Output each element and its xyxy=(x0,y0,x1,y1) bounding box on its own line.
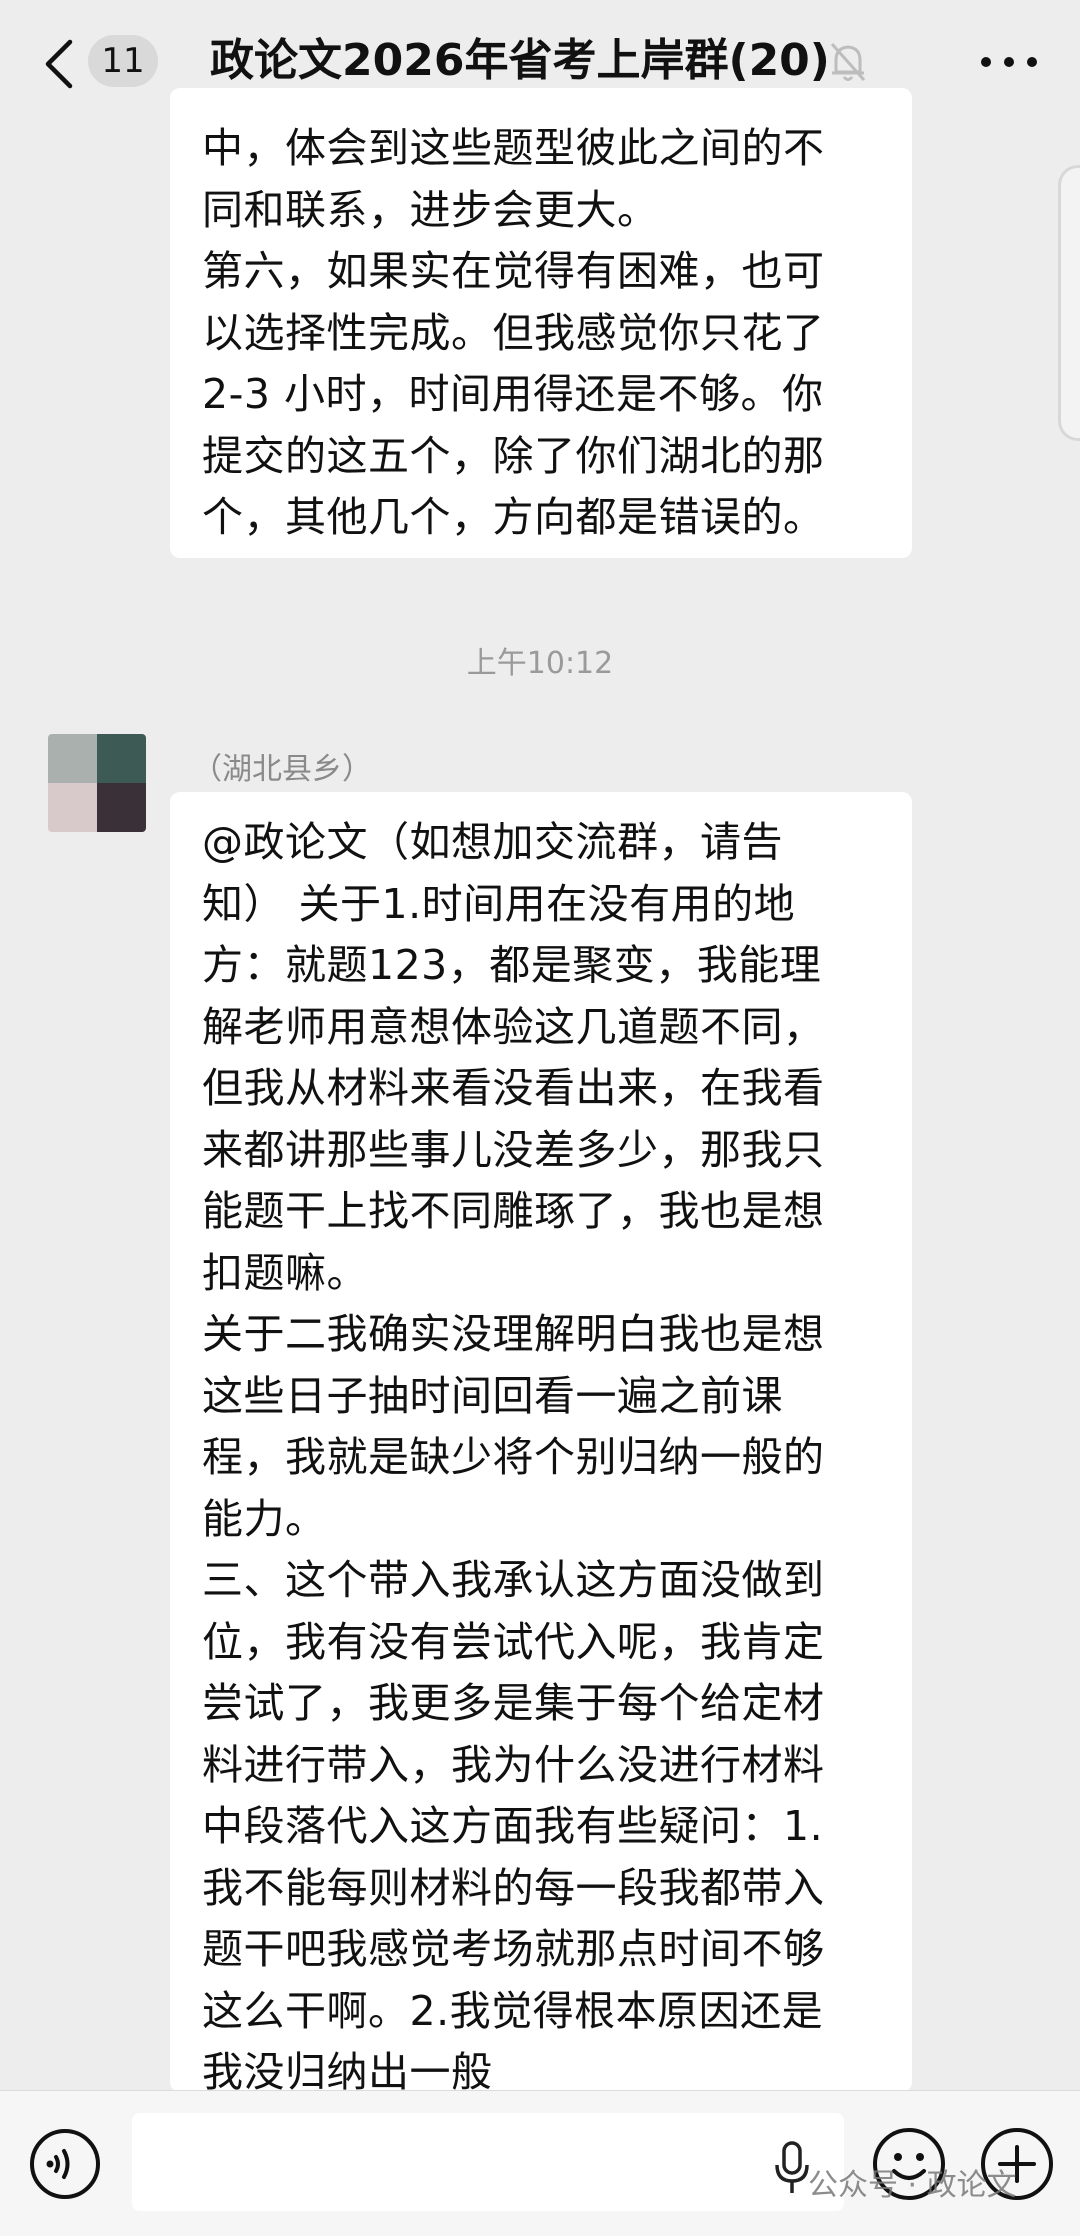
back-button[interactable] xyxy=(40,36,80,92)
side-drawer-handle[interactable] xyxy=(1058,165,1080,441)
sender-name: （湖北县乡） xyxy=(192,752,372,787)
chevron-left-icon xyxy=(45,39,73,89)
message-bubble[interactable]: 中，体会到这些题型彼此之间的不 同和联系，进步会更大。 第六，如果实在觉得有困难… xyxy=(170,88,912,558)
chat-title[interactable]: 政论文2026年省考上岸群(20) xyxy=(210,28,830,94)
avatar-pixel xyxy=(48,783,97,832)
more-dots-icon xyxy=(981,57,1037,67)
avatar-pixel xyxy=(97,783,146,832)
mute-bell-icon xyxy=(828,40,868,84)
more-options-button[interactable] xyxy=(976,40,1042,84)
message-input[interactable] xyxy=(132,2113,844,2211)
message-text: 中，体会到这些题型彼此之间的不 同和联系，进步会更大。 第六，如果实在觉得有困难… xyxy=(202,124,825,541)
avatar-pixel xyxy=(97,734,146,783)
avatar[interactable] xyxy=(48,734,146,832)
watermark: 公众号 · 政论文 xyxy=(808,2168,1017,2203)
message-bubble[interactable]: @政论文（如想加交流群，请告 知） 关于1.时间用在没有用的地 方：就题123，… xyxy=(170,792,912,2096)
voice-icon xyxy=(30,2129,100,2199)
message-text: @政论文（如想加交流群，请告 知） 关于1.时间用在没有用的地 方：就题123，… xyxy=(202,818,825,2096)
voice-button[interactable] xyxy=(28,2127,102,2201)
avatar-pixel xyxy=(48,734,97,783)
unread-count-badge[interactable]: 11 xyxy=(88,35,158,87)
mic-icon[interactable] xyxy=(772,2139,812,2199)
message-timestamp: 上午10:12 xyxy=(466,646,614,681)
